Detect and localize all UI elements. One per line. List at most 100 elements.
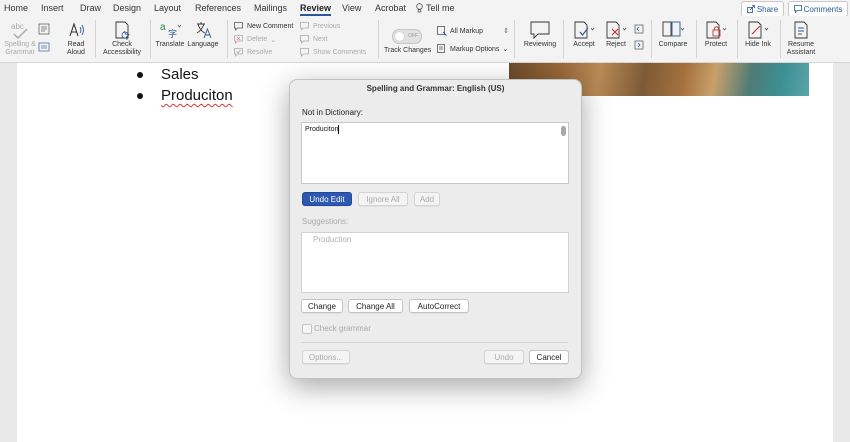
reviewing-pane-button[interactable]: Reviewing <box>520 20 560 49</box>
options-button[interactable]: Options... <box>302 350 350 364</box>
suggestions-label: Suggestions: <box>302 217 349 226</box>
lightbulb-icon <box>416 3 423 13</box>
not-in-dictionary-value: Produciton <box>305 126 339 133</box>
tab-references[interactable]: References <box>195 3 241 13</box>
language-button[interactable]: Language <box>187 20 219 49</box>
protect-button[interactable]: Protect <box>701 20 731 49</box>
reviewing-pane-icon <box>530 21 550 40</box>
ignore-all-button[interactable]: Ignore All <box>358 192 408 206</box>
track-changes-toggle[interactable]: OFF <box>392 29 422 44</box>
change-button[interactable]: Change <box>301 299 343 313</box>
spelling-label-2: Grammar <box>5 49 35 56</box>
markup-options-button[interactable]: Markup Options ⌄ <box>437 44 508 54</box>
read-aloud-label-2: Aloud <box>67 49 85 56</box>
scrollbar-thumb[interactable] <box>561 126 566 136</box>
compare-button[interactable]: Compare <box>656 20 690 49</box>
tab-view[interactable]: View <box>342 3 361 13</box>
tab-draw[interactable]: Draw <box>80 3 101 13</box>
reviewing-label: Reviewing <box>523 41 557 48</box>
bullet-icon <box>137 72 143 78</box>
comment-icon <box>793 5 802 13</box>
tab-insert[interactable]: Insert <box>41 3 64 13</box>
delete-comment-icon <box>234 35 243 44</box>
suggestion-item[interactable]: Production <box>313 235 351 244</box>
previous-comment-icon <box>300 22 309 31</box>
resume-assistant-label-1: Resume <box>787 41 815 48</box>
check-grammar-label: Check grammar <box>314 324 371 333</box>
comments-button[interactable]: Comments <box>788 1 848 17</box>
track-changes-label: Track Changes <box>384 47 432 54</box>
ribbon-divider <box>150 20 151 58</box>
tell-me-search[interactable]: Tell me <box>416 3 455 13</box>
translate-button[interactable]: a字 Translate <box>155 20 185 49</box>
previous-change-icon[interactable] <box>634 24 646 34</box>
show-comments-button[interactable]: Show Comments <box>300 48 366 57</box>
check-accessibility-label-2: Accessibility <box>102 49 142 56</box>
previous-comment-button[interactable]: Previous <box>300 22 340 31</box>
reject-label: Reject <box>606 41 626 48</box>
tab-layout[interactable]: Layout <box>154 3 181 13</box>
thesaurus-icon[interactable] <box>38 42 50 52</box>
ribbon-divider <box>563 20 564 58</box>
reject-button[interactable]: Reject <box>601 20 631 49</box>
reject-icon <box>606 21 627 39</box>
tab-home[interactable]: Home <box>4 3 28 13</box>
tell-me-label: Tell me <box>426 3 455 13</box>
accept-icon <box>574 21 595 39</box>
ribbon-divider <box>514 20 515 58</box>
all-markup-label: All Markup <box>450 27 484 35</box>
next-change-icon[interactable] <box>634 40 646 50</box>
bullet-item-sales[interactable]: Sales <box>161 66 199 83</box>
read-aloud-button[interactable]: Read Aloud <box>62 20 90 57</box>
markup-options-icon <box>437 44 445 53</box>
translate-label: Translate <box>155 41 185 48</box>
new-comment-button[interactable]: New Comment <box>234 22 293 31</box>
word-count-icon[interactable] <box>38 23 50 35</box>
resolve-comment-label: Resolve <box>247 49 273 56</box>
add-button[interactable]: Add <box>414 192 440 206</box>
toggle-knob <box>395 32 404 41</box>
tab-mailings[interactable]: Mailings <box>254 3 287 13</box>
compare-icon <box>662 21 685 37</box>
not-in-dictionary-label: Not in Dictionary: <box>302 108 363 117</box>
cancel-button[interactable]: Cancel <box>529 350 569 364</box>
svg-text:abc: abc <box>11 22 24 31</box>
ribbon-divider <box>780 20 781 58</box>
check-grammar-checkbox[interactable] <box>302 324 312 334</box>
markup-display-select[interactable]: All Markup ⇕ <box>437 25 509 37</box>
language-icon <box>196 22 212 39</box>
ribbon-divider <box>696 20 697 58</box>
tab-design[interactable]: Design <box>113 3 141 13</box>
spelling-label-1: Spelling & <box>4 41 36 48</box>
share-button[interactable]: Share <box>741 1 784 17</box>
not-in-dictionary-field[interactable]: Produciton <box>301 122 569 184</box>
undo-edit-button[interactable]: Undo Edit <box>302 192 352 206</box>
compare-label: Compare <box>658 41 688 48</box>
change-all-button[interactable]: Change All <box>348 299 403 313</box>
spelling-grammar-button[interactable]: abc Spelling & Grammar <box>3 20 37 57</box>
resume-assistant-label-2: Assistant <box>786 49 816 56</box>
tab-review[interactable]: Review <box>300 3 332 16</box>
resume-assistant-icon <box>794 21 808 39</box>
hide-ink-button[interactable]: Hide Ink <box>742 20 774 49</box>
undo-button[interactable]: Undo <box>484 350 524 364</box>
ribbon-divider <box>378 20 379 58</box>
spelling-check-icon: abc <box>11 22 28 40</box>
ribbon-divider <box>227 20 228 58</box>
hide-ink-icon <box>748 21 769 39</box>
suggestions-list[interactable]: Production <box>301 232 569 293</box>
check-accessibility-button[interactable]: Check Accessibility <box>100 20 144 57</box>
bullet-item-misspelled[interactable]: Produciton <box>161 87 233 104</box>
previous-comment-label: Previous <box>313 23 341 30</box>
next-comment-button[interactable]: Next <box>300 35 327 44</box>
resolve-comment-button[interactable]: Resolve <box>234 48 272 57</box>
chevron-down-icon: ⌄ <box>270 36 277 44</box>
accept-button[interactable]: Accept <box>569 20 599 49</box>
next-comment-icon <box>300 35 309 44</box>
tab-acrobat[interactable]: Acrobat <box>375 3 406 13</box>
resume-assistant-button[interactable]: Resume Assistant <box>784 20 818 57</box>
accessibility-icon <box>115 21 130 40</box>
delete-comment-button[interactable]: Delete ⌄ <box>234 35 276 44</box>
autocorrect-button[interactable]: AutoCorrect <box>409 299 469 313</box>
protect-label: Protect <box>704 41 728 48</box>
